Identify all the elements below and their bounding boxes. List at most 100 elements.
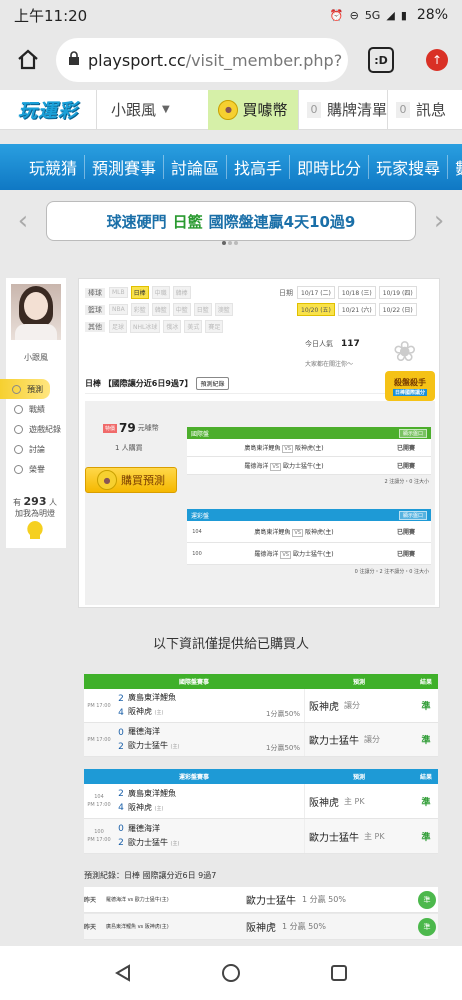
sidebar-item-record[interactable]: 戰績 (6, 399, 66, 419)
nav-item-predict[interactable]: 預測賽事 (85, 155, 165, 179)
messages-label: 訊息 (416, 101, 447, 119)
avatar (11, 284, 61, 340)
popularity: 今日人氣 117 (305, 339, 360, 349)
chevron-left-icon[interactable]: ‹ (0, 206, 46, 236)
main-nav: 玩競猜 預測賽事 討論區 找高手 即時比分 玩家搜尋 數據 (0, 144, 462, 190)
price: 特價 79 元噱幣 (103, 421, 159, 435)
nav-item-forum[interactable]: 討論區 (164, 155, 228, 179)
coin-icon: ● (97, 470, 117, 490)
date-chip[interactable]: 10/17 (二) (297, 286, 335, 299)
result-badge: 準 (418, 890, 436, 909)
system-nav-bar (0, 946, 462, 1000)
url-path: /visit_member.php? (185, 50, 343, 70)
coin-icon: ● (218, 99, 239, 120)
buyer-count: 1 人購買 (115, 444, 143, 452)
nav-item-experts[interactable]: 找高手 (227, 155, 291, 179)
back-icon[interactable] (114, 964, 132, 982)
buy-prediction-button[interactable]: ● 購買預測 (85, 467, 177, 493)
filter-chip[interactable]: 韓棒 (172, 286, 191, 299)
filter-chip[interactable]: NHL冰球 (130, 320, 161, 333)
user-dropdown[interactable]: 小跟風 ▼ (96, 89, 208, 130)
alarm-icon: ⏰ (329, 8, 344, 22)
cart-count: 0 (307, 101, 321, 118)
home-button-icon[interactable] (221, 963, 241, 983)
section-title: 以下資訊僅提供給已購買人 (152, 637, 309, 652)
result-badge: 準 (418, 917, 436, 936)
filter-chip[interactable]: 美式 (184, 320, 203, 333)
chevron-right-icon[interactable]: › (416, 206, 462, 236)
filter-chip[interactable]: 韓籃 (151, 303, 170, 316)
nav-item-play[interactable]: 玩競猜 (22, 155, 86, 179)
sale-tag: 特價 (103, 423, 118, 433)
date-picker: 日期 10/17 (二) 10/18 (三) 10/19 (四) 10/20 (… (275, 285, 435, 319)
filter-chip[interactable]: 賽足 (205, 320, 224, 333)
site-logo[interactable]: 玩運彩 (0, 90, 96, 130)
update-icon[interactable]: ↑ (426, 49, 448, 71)
date-chip[interactable]: 10/19 (四) (378, 286, 417, 299)
sidebar-item-honor[interactable]: 榮譽 (6, 459, 66, 479)
table-row: PM 17:00 24 廣島東洋鯉魚 阪神虎 (主) 1分贏50% 阪神虎 讓分 準 (84, 689, 438, 723)
show-odds-button[interactable]: 顯示盤口 (398, 428, 427, 438)
tw-result-table: 運彩盤賽事 預測 結果 104 PM 17:00 24 廣島東洋鯉魚 阪神虎 (主)… (84, 769, 438, 854)
promo-banner[interactable]: 球速硬門 日籃 國際盤連贏4天10過9 (45, 201, 417, 241)
url-field[interactable]: playsport.cc/visit_member.php? (56, 38, 348, 82)
filter-chip[interactable]: 中籃 (172, 303, 191, 316)
sidebar-item-discuss[interactable]: 討論 (6, 439, 66, 459)
dnd-icon: ⊖ (349, 8, 359, 22)
list-item: 昨天 廣島東洋鯉魚 vs 阪神虎(主) 阪神虎 1 分贏 50% 準 (84, 914, 438, 940)
chat-icon (14, 444, 23, 454)
sidebar-item-predict[interactable]: 預測 (0, 379, 50, 399)
table-row: PM 17:00 02 羅德海洋 歐力士猛牛 (主) 1分贏50% 歐力士猛牛 讓分… (84, 723, 438, 757)
nav-item-livescore[interactable]: 即時比分 (290, 155, 370, 179)
sidebar-item-game-log[interactable]: 遊戲紀錄 (6, 419, 66, 439)
signal-icon: ◢ (386, 8, 395, 22)
tw-games-box: 運彩盤 顯示盤口 104 廣島東洋鯉魚 VS 阪神虎(主) 已開賽 100 羅德海洋… (187, 509, 431, 585)
profile-name: 小跟風 (24, 353, 48, 362)
record-button[interactable]: 預測紀錄 (196, 377, 229, 390)
mascot-icon: ❀ (393, 335, 417, 368)
browser-toolbar: playsport.cc/visit_member.php? :D ↑ (0, 30, 462, 90)
list-item: 廣島東洋鯉魚 VS 阪神虎(主) 已開賽 (187, 439, 431, 457)
clock-icon (14, 424, 23, 434)
filter-chip[interactable]: 日籃 (193, 303, 212, 316)
table-row: 104 PM 17:00 24 廣島東洋鯉魚 阪神虎 (主) 阪神虎主 PK 準 (84, 784, 438, 819)
date-chip[interactable]: 10/20 (五) (297, 303, 335, 316)
network-label: 5G (364, 8, 381, 22)
records-title: 預測紀錄：日棒 國際讓分近6日 9過7 (84, 871, 217, 880)
nav-item-player-search[interactable]: 玩家搜尋 (369, 155, 449, 179)
filter-chip[interactable]: 俄冰 (163, 320, 182, 333)
nav-item-data[interactable]: 數據 (448, 155, 462, 179)
promo-carousel: ‹ 球速硬門 日籃 國際盤連贏4天10過9 › (0, 197, 462, 245)
cart-label: 購牌清單 (327, 101, 388, 119)
filter-chip[interactable]: 中職 (151, 286, 170, 299)
recents-icon[interactable] (330, 964, 348, 982)
filter-chip[interactable]: 彩籃 (130, 303, 149, 316)
buy-coin-button[interactable]: ● 買噱幣 (208, 89, 298, 130)
filter-chip[interactable]: NBA (109, 304, 128, 315)
cart-link[interactable]: 0 購牌清單 (298, 89, 388, 130)
filter-chip[interactable]: 足球 (109, 320, 128, 333)
filter-chip[interactable]: MLB (109, 287, 128, 298)
home-icon[interactable] (0, 48, 56, 72)
filter-chip[interactable]: 日棒 (130, 286, 149, 299)
messages-link[interactable]: 0 訊息 (387, 89, 447, 130)
date-chip[interactable]: 10/21 (六) (337, 303, 376, 316)
show-odds-button[interactable]: 顯示盤口 (398, 510, 427, 520)
follow-lamp[interactable]: 有 293 人 加我為明燈 (6, 490, 64, 550)
list-item: 羅德海洋 VS 歐力士猛牛(主) 已開賽 (187, 457, 431, 475)
watching-text: 大家都在關注你～ (305, 361, 354, 368)
date-chip[interactable]: 10/18 (三) (337, 286, 376, 299)
tab-switcher-button[interactable]: :D (368, 47, 394, 73)
date-chip[interactable]: 10/22 (日) (378, 303, 417, 316)
clock: 上午11:20 (14, 6, 88, 25)
list-item: 100 羅德海洋 VS 歐力士猛牛(主) 已開賽 (187, 543, 431, 565)
fans-label: 加我為明燈 (15, 509, 55, 518)
carousel-dots (222, 241, 238, 245)
caret-down-icon: ▼ (162, 104, 170, 115)
message-count: 0 (396, 101, 411, 118)
buy-coin-label: 買噱幣 (242, 101, 288, 119)
lightbulb-icon (27, 521, 43, 539)
filter-chip[interactable]: 澳籃 (214, 303, 233, 316)
trophy-icon (14, 464, 23, 474)
table-row: 100 PM 17:00 02 羅德海洋 歐力士猛牛 (主) 歐力士猛牛主 PK 準 (84, 819, 438, 854)
